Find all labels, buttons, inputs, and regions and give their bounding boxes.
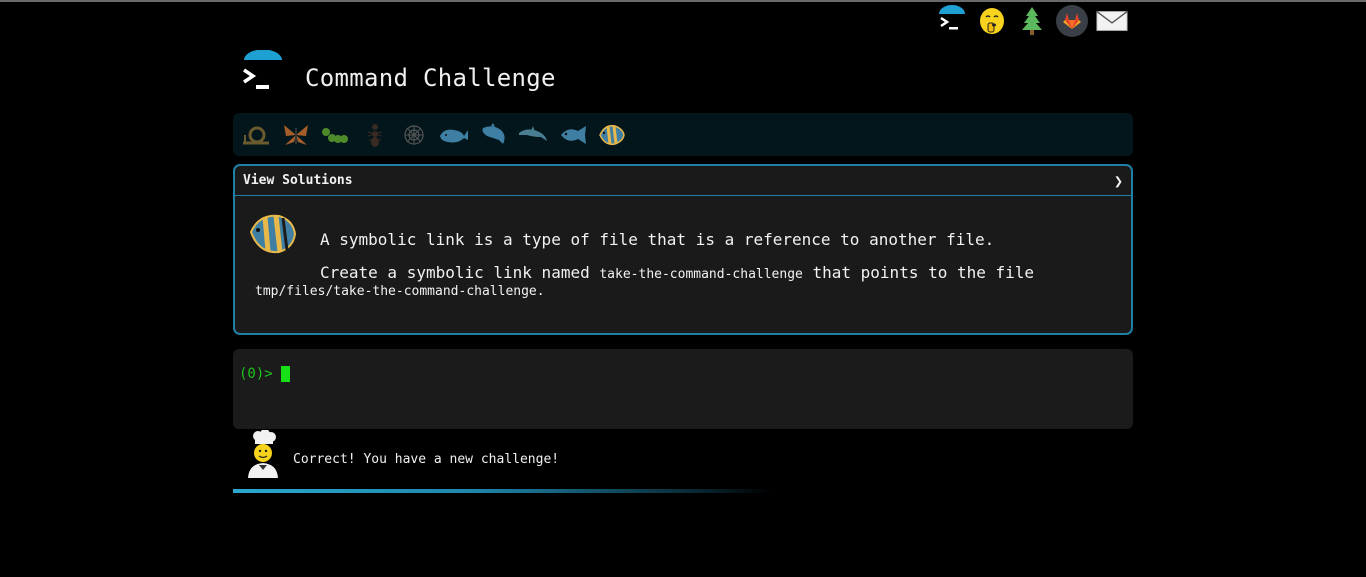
challenge-instruction: Create a symbolic link named take-the-co…: [320, 263, 1034, 282]
challenge-card: View Solutions ❯ A symbolic link is a ty…: [233, 164, 1133, 335]
spider-web-icon: [404, 124, 424, 145]
caterpillar-icon: [322, 127, 349, 143]
snail-icon: [243, 126, 269, 144]
level-bar: [233, 113, 1133, 156]
challenge-description: A symbolic link is a type of file that i…: [320, 230, 995, 249]
status-message: Correct! You have a new challenge!: [293, 452, 560, 467]
level-spider-web[interactable]: [397, 118, 431, 152]
mail-icon[interactable]: [1096, 5, 1128, 37]
progress-bar: [233, 489, 773, 493]
target-path-period: .: [536, 284, 545, 299]
shark-icon: [482, 122, 505, 144]
gitlab-icon[interactable]: [1056, 5, 1088, 37]
instruction-suffix: that points to the file: [802, 263, 1035, 282]
challenge-target-path: tmp/files/take-the-command-challenge.: [255, 284, 545, 299]
level-whale[interactable]: [437, 118, 471, 152]
dolphin-icon: [519, 125, 548, 141]
instruction-link-name: take-the-command-challenge: [599, 267, 803, 282]
butterfly-icon: [283, 124, 308, 145]
target-path-code: tmp/files/take-the-command-challenge: [255, 284, 537, 299]
top-nav: [936, 5, 1128, 37]
tropical-fish-icon: [247, 210, 299, 258]
view-solutions-label: View Solutions: [243, 173, 353, 188]
level-shark[interactable]: [477, 118, 511, 152]
level-fish[interactable]: [556, 118, 590, 152]
shushing-face-icon[interactable]: [976, 5, 1008, 37]
fish-icon: [560, 125, 586, 144]
chevron-right-icon: ❯: [1113, 171, 1123, 190]
level-dolphin[interactable]: [516, 118, 550, 152]
ant-icon: [367, 123, 382, 147]
window-top-border: [0, 0, 1366, 2]
whale-icon: [439, 129, 468, 142]
page-title: Command Challenge: [305, 64, 556, 92]
app-logo-icon: [238, 49, 286, 96]
level-snail[interactable]: [239, 118, 273, 152]
tree-icon[interactable]: [1016, 5, 1048, 37]
terminal-cursor: [281, 366, 290, 382]
tropical-fish-icon: [599, 124, 626, 145]
view-solutions-toggle[interactable]: View Solutions ❯: [235, 166, 1131, 196]
level-tropical-fish[interactable]: [595, 118, 629, 152]
chef-avatar-icon: [245, 429, 281, 478]
terminal-prompt: (0)>: [239, 366, 273, 382]
level-ant[interactable]: [358, 118, 392, 152]
level-butterfly[interactable]: [279, 118, 313, 152]
level-caterpillar[interactable]: [318, 118, 352, 152]
instruction-prefix: Create a symbolic link named: [320, 263, 600, 282]
terminal-logo-icon[interactable]: [936, 5, 968, 37]
terminal-input[interactable]: (0)>: [233, 349, 1133, 429]
